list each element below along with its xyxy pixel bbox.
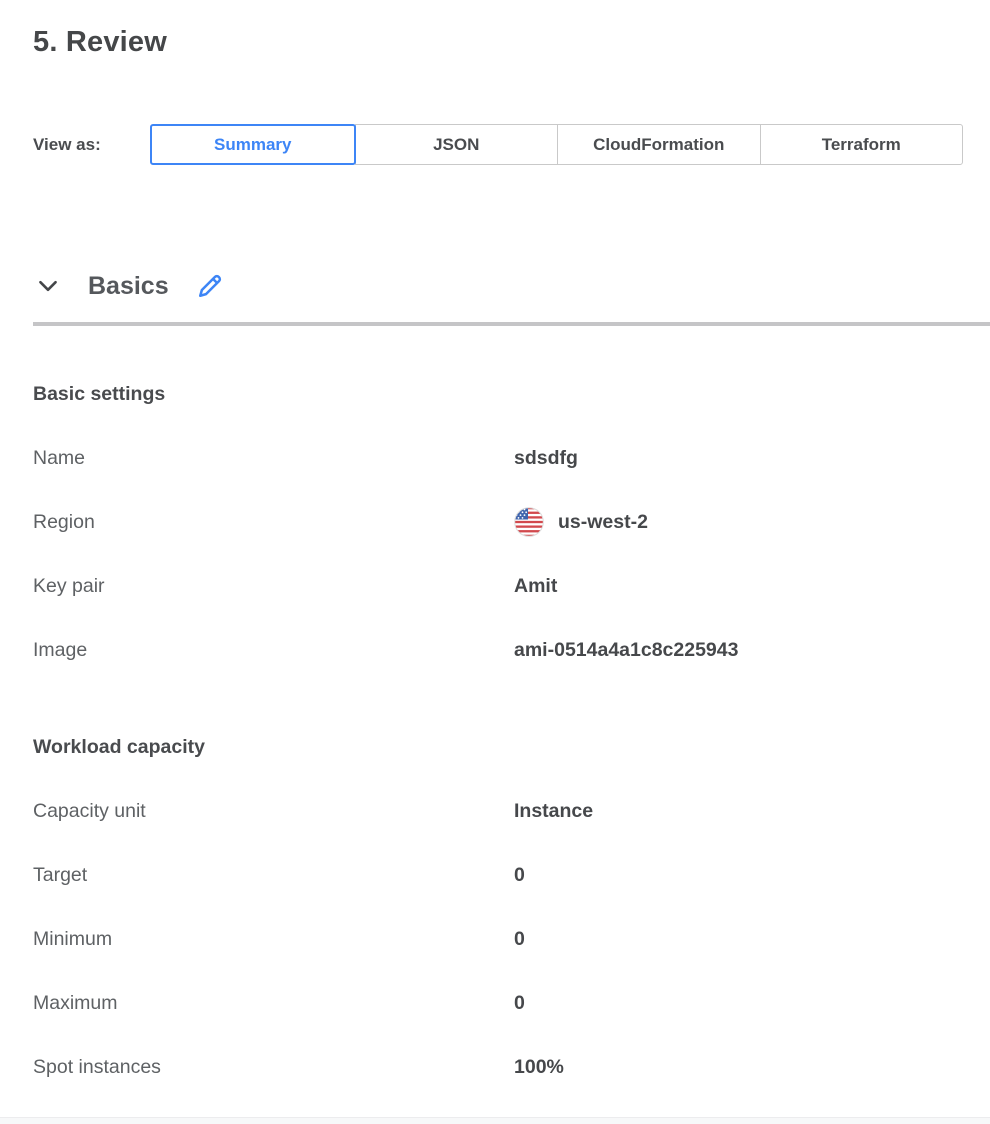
row-label: Name	[33, 447, 514, 470]
chevron-down-icon[interactable]	[35, 273, 61, 299]
row-value: 0	[514, 992, 525, 1015]
row-value: Amit	[514, 575, 557, 598]
row-value: Instance	[514, 800, 593, 823]
table-row: Minimum 0	[33, 907, 990, 971]
row-label: Key pair	[33, 575, 514, 598]
table-row: Name sdsdfg	[33, 426, 990, 490]
group-heading-basic-settings: Basic settings	[33, 382, 990, 406]
section-basics-header: Basics	[35, 269, 990, 303]
row-value: us-west-2	[514, 507, 648, 537]
section-divider	[33, 322, 990, 326]
view-as-tabs: Summary JSON CloudFormation Terraform	[150, 124, 963, 165]
table-row: Region	[33, 490, 990, 554]
section-basics-title: Basics	[88, 269, 169, 303]
pencil-icon[interactable]	[195, 271, 225, 301]
us-flag-icon	[514, 507, 544, 537]
row-value: 0	[514, 864, 525, 887]
basic-settings-rows: Name sdsdfg Region	[0, 426, 990, 682]
row-value: ami-0514a4a1c8c225943	[514, 639, 738, 662]
table-row: Capacity unit Instance	[33, 779, 990, 843]
row-label: Image	[33, 639, 514, 662]
table-row: Key pair Amit	[33, 554, 990, 618]
tab-json[interactable]: JSON	[355, 124, 559, 165]
row-value: 0	[514, 928, 525, 951]
row-label: Target	[33, 864, 514, 887]
row-label: Maximum	[33, 992, 514, 1015]
row-value-text: us-west-2	[558, 511, 648, 534]
view-as-row: View as: Summary JSON CloudFormation Ter…	[33, 124, 990, 165]
row-label: Spot instances	[33, 1056, 514, 1079]
workload-capacity-rows: Capacity unit Instance Target 0 Minimum …	[0, 779, 990, 1099]
table-row: Maximum 0	[33, 971, 990, 1035]
group-heading-workload-capacity: Workload capacity	[33, 735, 990, 759]
row-label: Capacity unit	[33, 800, 514, 823]
tab-terraform[interactable]: Terraform	[760, 124, 964, 165]
page-title: 5. Review	[33, 26, 990, 58]
table-row: Spot instances 100%	[33, 1035, 990, 1099]
row-value: sdsdfg	[514, 447, 578, 470]
table-row: Target 0	[33, 843, 990, 907]
tab-cloudformation[interactable]: CloudFormation	[557, 124, 761, 165]
tab-summary[interactable]: Summary	[150, 124, 356, 165]
row-label: Minimum	[33, 928, 514, 951]
view-as-label: View as:	[33, 135, 150, 155]
table-row: Image ami-0514a4a1c8c225943	[33, 618, 990, 682]
bottom-divider	[0, 1117, 990, 1124]
row-label: Region	[33, 511, 514, 534]
row-value: 100%	[514, 1056, 564, 1079]
